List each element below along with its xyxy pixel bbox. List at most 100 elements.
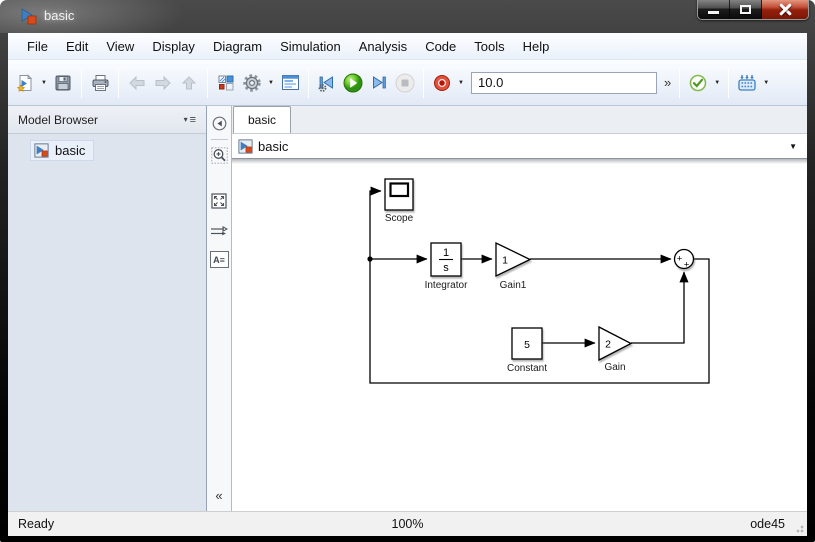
title-bar[interactable]: basic (0, 0, 815, 33)
zoom-in-button[interactable] (210, 146, 229, 165)
constant-label: Constant (507, 363, 547, 374)
sum-sign-bottom: + (684, 260, 690, 271)
close-button[interactable] (762, 0, 808, 19)
model-advisor-dropdown[interactable]: ▼ (711, 70, 723, 96)
resize-grip[interactable] (794, 523, 804, 533)
stop-button[interactable] (392, 70, 418, 96)
breadcrumb-bar[interactable]: basic ▼ (232, 134, 807, 159)
panel-menu-lines-icon: ≡ (189, 113, 196, 126)
maximize-button[interactable] (730, 0, 762, 19)
menu-view[interactable]: View (97, 36, 143, 57)
menu-analysis[interactable]: Analysis (350, 36, 416, 57)
toolbar: ▼ ▼ ▼ 10.0 » ▼ ▼ (8, 60, 807, 106)
menu-code[interactable]: Code (416, 36, 465, 57)
toolbar-separator (207, 67, 208, 98)
up-arrow-icon (181, 75, 197, 89)
window-title: basic (44, 8, 75, 23)
signal-lines-icon (211, 225, 228, 235)
simulink-model-icon (34, 143, 49, 158)
toolbar-overflow-chevron[interactable]: » (661, 75, 674, 90)
menu-tools[interactable]: Tools (465, 36, 513, 57)
sum-sign-left: + (677, 254, 683, 265)
canvas-palette: A≡ « (207, 106, 232, 511)
menu-diagram[interactable]: Diagram (204, 36, 271, 57)
minimize-button[interactable] (698, 0, 730, 19)
collapse-browser-button[interactable]: « (215, 488, 222, 503)
fast-restart-icon (738, 74, 756, 91)
block-diagram: 1 s 1 5 2 + + Scope Integrator Gain1 Con… (367, 178, 710, 384)
annotation-icon: A≡ (213, 254, 225, 265)
toolbar-separator (423, 67, 424, 98)
run-icon (343, 73, 363, 92)
model-configuration-dropdown[interactable]: ▼ (265, 70, 277, 96)
gear-icon (243, 73, 261, 92)
forward-button[interactable] (150, 70, 176, 96)
record-dropdown[interactable]: ▼ (455, 70, 467, 96)
menu-simulation[interactable]: Simulation (271, 36, 350, 57)
tree-item-label: basic (55, 143, 86, 158)
back-circle-icon (212, 116, 226, 131)
back-button[interactable] (124, 70, 150, 96)
hide-browser-button[interactable] (210, 114, 229, 133)
menu-file[interactable]: File (18, 36, 57, 57)
library-browser-button[interactable] (213, 70, 239, 96)
main-area: Model Browser ▾ ≡ basic A≡ « basic basic… (8, 106, 807, 511)
gain-label: Gain (604, 362, 625, 373)
model-browser-tree: basic (8, 134, 206, 163)
run-button[interactable] (340, 70, 366, 96)
panel-menu-button[interactable]: ▾ ≡ (184, 114, 196, 126)
client-area: File Edit View Display Diagram Simulatio… (8, 33, 807, 536)
new-model-button[interactable] (12, 70, 38, 96)
toolbar-separator (728, 67, 730, 98)
diagram-canvas[interactable]: 1 s 1 5 2 + + Scope Integrator Gain1 Con… (232, 159, 807, 511)
step-forward-button[interactable] (366, 70, 392, 96)
panel-menu-arrow-icon: ▾ (183, 115, 188, 124)
simulation-stop-time-input[interactable] (471, 71, 657, 94)
gain1-label: Gain1 (500, 280, 527, 291)
tree-item-basic[interactable]: basic (30, 140, 95, 161)
save-icon (55, 75, 71, 90)
print-button[interactable] (87, 70, 113, 96)
step-back-icon (318, 75, 333, 92)
model-browser-title: Model Browser (18, 112, 99, 127)
up-to-parent-button[interactable] (176, 70, 202, 96)
zoom-in-icon (210, 147, 228, 164)
scope-block[interactable] (384, 178, 414, 211)
work-area: basic basic ▼ 1 s 1 5 2 + + Scope Integr… (232, 106, 807, 511)
signal-lines-button[interactable] (210, 221, 229, 240)
fast-restart-button[interactable] (734, 70, 760, 96)
gain1-value: 1 (502, 255, 508, 267)
simulink-model-icon (21, 8, 37, 25)
scope-label: Scope (385, 213, 414, 224)
record-icon (434, 74, 450, 91)
menu-edit[interactable]: Edit (57, 36, 97, 57)
gain-block[interactable] (598, 325, 633, 362)
library-browser-icon (218, 75, 234, 90)
model-explorer-button[interactable] (277, 70, 303, 96)
zoom-level: 100% (391, 517, 424, 531)
breadcrumb-dropdown[interactable]: ▼ (789, 142, 797, 151)
fit-to-view-button[interactable] (210, 191, 229, 210)
save-button[interactable] (50, 70, 76, 96)
window-controls (697, 0, 809, 20)
toolbar-separator (118, 67, 119, 98)
model-configuration-button[interactable] (239, 70, 265, 96)
tab-strip: basic (232, 106, 807, 134)
new-model-dropdown[interactable]: ▼ (38, 70, 50, 96)
record-button[interactable] (429, 70, 455, 96)
annotation-button[interactable]: A≡ (209, 251, 229, 268)
step-back-button[interactable] (314, 70, 340, 96)
model-explorer-icon (281, 75, 299, 90)
integrator-numerator: 1 (443, 247, 449, 259)
simulink-model-icon (238, 138, 253, 154)
menu-help[interactable]: Help (514, 36, 559, 57)
model-advisor-button[interactable] (685, 70, 711, 96)
tab-basic[interactable]: basic (233, 106, 292, 133)
menu-bar: File Edit View Display Diagram Simulatio… (8, 33, 807, 60)
menu-display[interactable]: Display (143, 36, 204, 57)
integrator-denominator: s (443, 262, 449, 274)
step-forward-icon (373, 75, 386, 89)
fast-restart-dropdown[interactable]: ▼ (760, 70, 772, 96)
toolbar-separator (679, 67, 681, 98)
constant-value: 5 (524, 339, 530, 351)
